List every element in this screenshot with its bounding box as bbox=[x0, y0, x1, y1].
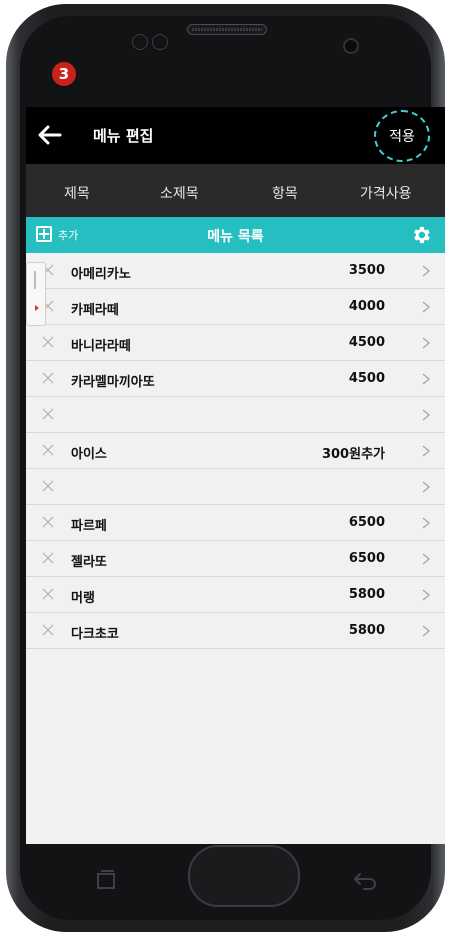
chevron-right-icon[interactable] bbox=[420, 480, 432, 494]
chevron-right-icon[interactable] bbox=[420, 588, 432, 602]
chevron-right-icon[interactable] bbox=[420, 624, 432, 638]
menu-row[interactable]: 파르페 6500 bbox=[26, 505, 445, 541]
delete-x-icon[interactable] bbox=[40, 334, 56, 350]
tab-item[interactable]: 항목 bbox=[272, 183, 298, 203]
menu-list: 아메리카노 3500 카페라떼 4000 바니라라떼 4500 카라멜마끼아또 4500 아이스… bbox=[26, 253, 445, 649]
apply-button-label: 적용 bbox=[389, 129, 415, 145]
delete-x-icon[interactable] bbox=[40, 406, 56, 422]
delete-x-icon[interactable] bbox=[40, 586, 56, 602]
app-bar: 메뉴 편집 적용 bbox=[26, 107, 445, 164]
menu-item-price: 6500 bbox=[348, 551, 385, 566]
menu-item-name: 카라멜마끼아또 bbox=[71, 375, 155, 390]
delete-x-icon[interactable] bbox=[40, 442, 56, 458]
app-screen: 메뉴 편집 적용 제목 소제목 항목 가격사용 추가 메뉴 목록 아메리카노 35… bbox=[26, 107, 445, 844]
menu-item-name: 다크초코 bbox=[71, 627, 119, 642]
menu-item-price: 3500 bbox=[348, 263, 385, 278]
side-drawer-handle[interactable] bbox=[26, 262, 46, 326]
chevron-right-icon[interactable] bbox=[420, 300, 432, 314]
sensor-dot bbox=[132, 34, 148, 50]
home-button[interactable] bbox=[188, 845, 300, 907]
back-arrow-icon[interactable] bbox=[36, 121, 64, 149]
chevron-right-icon[interactable] bbox=[420, 372, 432, 386]
menu-row[interactable]: 아메리카노 3500 bbox=[26, 253, 445, 289]
menu-item-name: 젤라또 bbox=[71, 555, 107, 570]
menu-item-name: 카페라떼 bbox=[71, 303, 119, 318]
menu-row[interactable]: 바니라라떼 4500 bbox=[26, 325, 445, 361]
menu-item-price: 300원추가 bbox=[321, 447, 385, 462]
menu-row[interactable]: 카페라떼 4000 bbox=[26, 289, 445, 325]
menu-item-name: 아이스 bbox=[71, 447, 107, 462]
chevron-right-icon[interactable] bbox=[420, 264, 432, 278]
chevron-right-icon[interactable] bbox=[420, 552, 432, 566]
tab-subtitle[interactable]: 소제목 bbox=[160, 183, 199, 203]
menu-row[interactable] bbox=[26, 397, 445, 433]
menu-item-price: 6500 bbox=[348, 515, 385, 530]
menu-item-price: 4000 bbox=[348, 299, 385, 314]
menu-row[interactable]: 젤라또 6500 bbox=[26, 541, 445, 577]
chevron-right-icon[interactable] bbox=[420, 444, 432, 458]
menu-item-name: 파르페 bbox=[71, 519, 107, 534]
menu-row[interactable]: 아이스 300원추가 bbox=[26, 433, 445, 469]
list-title: 메뉴 목록 bbox=[207, 229, 264, 245]
nav-back-icon[interactable] bbox=[352, 870, 378, 890]
menu-item-price: 5800 bbox=[348, 587, 385, 602]
menu-row[interactable]: 카라멜마끼아또 4500 bbox=[26, 361, 445, 397]
menu-item-price: 5800 bbox=[348, 623, 385, 638]
menu-item-name: 머랭 bbox=[71, 591, 95, 606]
front-camera bbox=[343, 38, 359, 54]
delete-x-icon[interactable] bbox=[40, 478, 56, 494]
apply-button[interactable]: 적용 bbox=[374, 110, 430, 162]
gear-icon[interactable] bbox=[410, 224, 432, 246]
recent-apps-icon[interactable] bbox=[95, 869, 117, 891]
menu-item-price: 4500 bbox=[348, 371, 385, 386]
menu-row[interactable]: 다크초코 5800 bbox=[26, 613, 445, 649]
menu-item-price: 4500 bbox=[348, 335, 385, 350]
chevron-right-icon[interactable] bbox=[420, 408, 432, 422]
sensor-dot bbox=[152, 34, 168, 50]
menu-item-name: 바니라라떼 bbox=[71, 339, 131, 354]
delete-x-icon[interactable] bbox=[40, 550, 56, 566]
delete-x-icon[interactable] bbox=[40, 514, 56, 530]
menu-row[interactable] bbox=[26, 469, 445, 505]
earpiece-speaker bbox=[187, 24, 267, 35]
tab-title[interactable]: 제목 bbox=[64, 183, 90, 203]
chevron-right-icon[interactable] bbox=[420, 516, 432, 530]
delete-x-icon[interactable] bbox=[40, 370, 56, 386]
menu-row[interactable]: 머랭 5800 bbox=[26, 577, 445, 613]
page-title: 메뉴 편집 bbox=[93, 127, 154, 145]
delete-x-icon[interactable] bbox=[40, 622, 56, 638]
chevron-right-icon[interactable] bbox=[420, 336, 432, 350]
menu-item-name: 아메리카노 bbox=[71, 267, 131, 282]
tab-bar: 제목 소제목 항목 가격사용 bbox=[26, 164, 445, 217]
tab-price-use[interactable]: 가격사용 bbox=[360, 183, 412, 203]
list-header: 추가 메뉴 목록 bbox=[26, 217, 445, 253]
step-badge: 3 bbox=[52, 62, 76, 86]
